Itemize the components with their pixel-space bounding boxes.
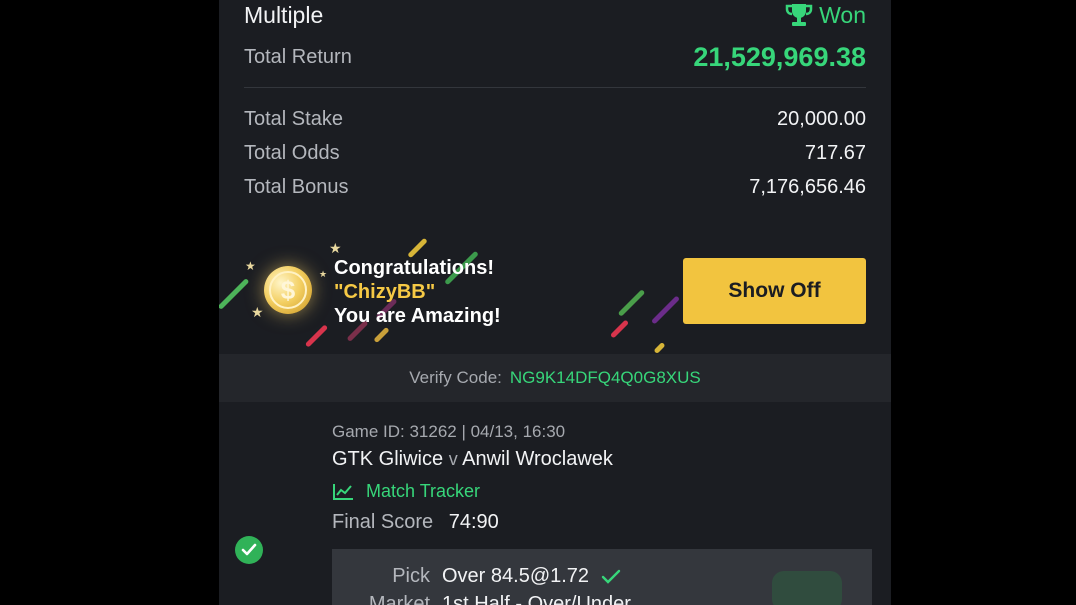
total-odds-value: 717.67: [804, 141, 866, 164]
watermark-icon: [772, 571, 842, 605]
total-bonus-row: Total Bonus 7,176,656.46: [244, 174, 866, 200]
congrats-line: Congratulations!: [334, 257, 494, 279]
total-stake-row: Total Stake 20,000.00: [244, 106, 866, 132]
sparkle-star: ★: [251, 304, 264, 320]
match-teams: GTK Gliwice v Anwil Wroclawek: [332, 448, 613, 471]
show-off-button[interactable]: Show Off: [683, 258, 866, 324]
verify-code-value[interactable]: NG9K14DFQ4Q0G8XUS: [510, 368, 701, 388]
pick-value: Over 84.5@1.72: [442, 565, 590, 587]
match-tracker-label: Match Tracker: [366, 481, 481, 501]
summary-header: Multiple Won: [244, 0, 866, 30]
confetti-streak: [617, 289, 646, 317]
verify-code-bar: Verify Code: NG9K14DFQ4Q0G8XUS: [219, 354, 891, 402]
bet-selection: Game ID: 31262 | 04/13, 16:30 GTK Gliwic…: [219, 403, 891, 605]
bet-details-panel: Multiple Won Total Return 21,529,969.38 …: [219, 0, 891, 605]
pick-details: Pick Over 84.5@1.72 Market 1st Half - Ov…: [332, 549, 872, 605]
total-bonus-value: 7,176,656.46: [749, 175, 866, 198]
congratulations-banner: ★ ★ ★ ★ $ Congratulations! "ChizyBB" You…: [219, 226, 891, 353]
total-return-label: Total Return: [244, 45, 352, 68]
coin-icon: $: [264, 266, 312, 314]
confetti-streak: [609, 319, 630, 339]
congratulations-text: Congratulations! "ChizyBB" You are Amazi…: [334, 256, 501, 328]
market-row: Market 1st Half - Over/Under: [332, 593, 631, 605]
away-team: Anwil Wroclawek: [462, 448, 613, 470]
final-score-label: Final Score: [332, 511, 434, 533]
sparkle-star: ★: [329, 240, 342, 256]
total-stake-label: Total Stake: [244, 107, 343, 130]
congrats-line-amazing: You are Amazing!: [334, 305, 501, 327]
home-team: GTK Gliwice: [332, 448, 444, 470]
total-bonus-label: Total Bonus: [244, 175, 349, 198]
confetti-streak: [373, 326, 390, 344]
confetti-streak: [651, 295, 680, 325]
total-return-row: Total Return 21,529,969.38: [244, 40, 866, 74]
versus-separator: v: [448, 449, 458, 469]
status-badge: Won: [785, 2, 866, 29]
confetti-streak: [219, 278, 250, 310]
check-icon: [601, 569, 621, 584]
sparkle-star: ★: [319, 269, 328, 279]
market-value: 1st Half - Over/Under: [442, 593, 631, 605]
congrats-username: "ChizyBB": [334, 281, 436, 303]
sparkle-star: ★: [245, 259, 256, 273]
total-return-value: 21,529,969.38: [693, 41, 866, 72]
verify-code-label: Verify Code:: [409, 368, 502, 387]
match-tracker-icon: [333, 483, 353, 500]
summary-divider: [244, 87, 866, 88]
match-tracker-link[interactable]: Match Tracker: [332, 481, 480, 502]
pick-row: Pick Over 84.5@1.72: [332, 565, 621, 588]
game-id: Game ID: 31262 | 04/13, 16:30: [332, 422, 566, 441]
confetti-streak: [653, 341, 666, 353]
pick-label: Pick: [392, 565, 430, 587]
total-odds-label: Total Odds: [244, 141, 340, 164]
status-text: Won: [819, 1, 866, 28]
final-score: Final Score 74:90: [332, 511, 499, 534]
market-label: Market: [368, 593, 430, 605]
total-odds-row: Total Odds 717.67: [244, 140, 866, 166]
total-stake-value: 20,000.00: [777, 107, 866, 130]
final-score-value: 74:90: [448, 511, 499, 533]
trophy-icon: [785, 4, 813, 26]
check-circle-icon: [235, 536, 263, 564]
bet-type-title: Multiple: [244, 1, 324, 28]
confetti-streak: [304, 324, 329, 348]
